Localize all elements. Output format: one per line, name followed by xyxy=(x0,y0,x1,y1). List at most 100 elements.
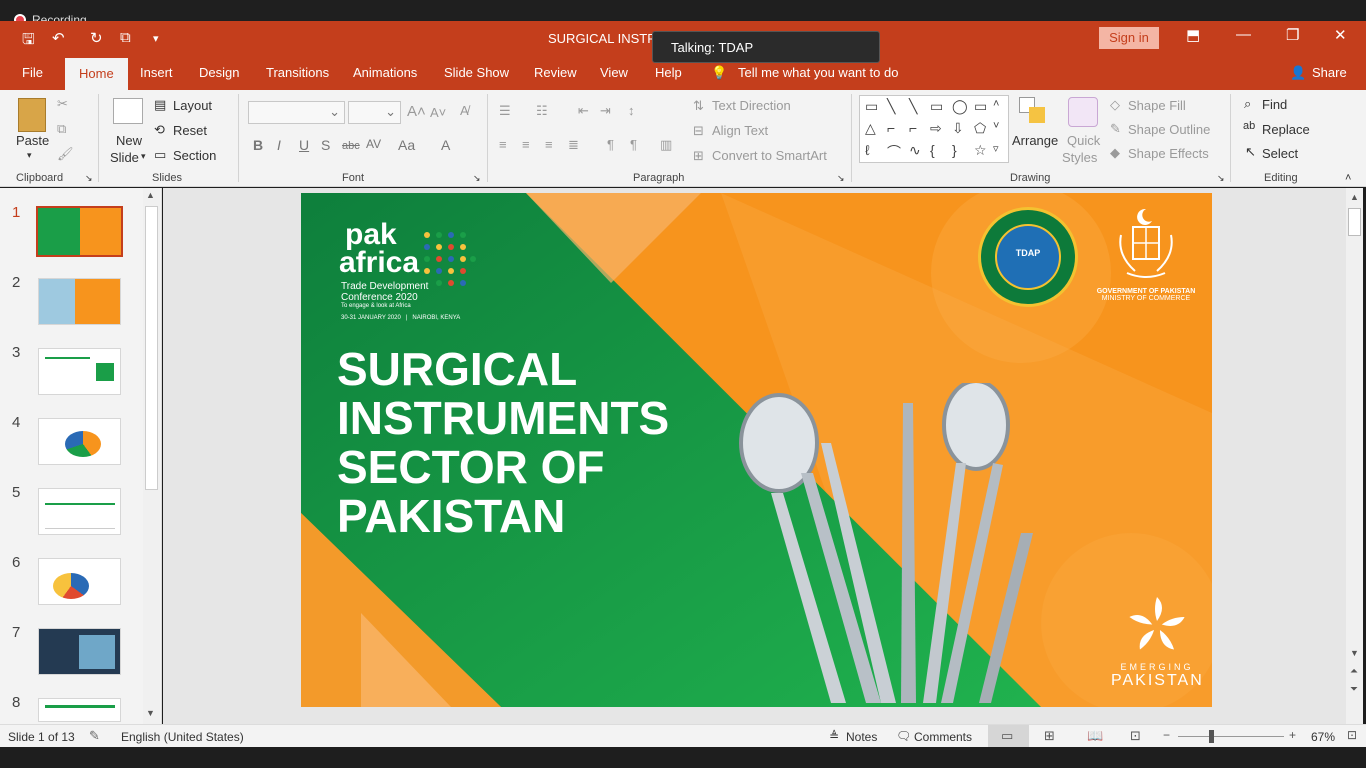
customize-qat-icon[interactable]: ▾ xyxy=(153,32,159,45)
tab-home[interactable]: Home xyxy=(65,58,128,90)
tab-design[interactable]: Design xyxy=(199,65,239,80)
replace-icon[interactable]: ab xyxy=(1243,120,1255,132)
italic-icon[interactable]: I xyxy=(277,137,281,153)
tab-help[interactable]: Help xyxy=(655,65,682,80)
bold-icon[interactable]: B xyxy=(253,137,263,153)
slide-thumbnail-7[interactable] xyxy=(38,628,121,675)
shape-outline-icon[interactable]: ✎ xyxy=(1110,121,1121,137)
tab-file[interactable]: File xyxy=(22,65,43,80)
arrow-line-shape-icon[interactable]: ╲ xyxy=(909,98,917,115)
shape-outline-button[interactable]: Shape Outline xyxy=(1128,122,1210,137)
font-color-icon[interactable]: A xyxy=(441,137,450,153)
tab-insert[interactable]: Insert xyxy=(140,65,173,80)
quick-styles-icon[interactable] xyxy=(1068,97,1098,127)
save-icon[interactable]: 🖫 xyxy=(22,29,35,54)
increase-indent-icon[interactable]: ⇥ xyxy=(600,103,611,119)
gallery-up-icon[interactable]: ˄ xyxy=(993,98,999,110)
clear-formatting-icon[interactable]: A̸ xyxy=(460,103,469,118)
share-icon[interactable]: 👤 xyxy=(1290,65,1306,81)
rounded-rect-shape-icon[interactable]: ▭ xyxy=(974,98,987,115)
triangle-shape-icon[interactable]: △ xyxy=(865,120,876,137)
slide-thumbnail-8[interactable] xyxy=(38,698,121,722)
oval-shape-icon[interactable]: ◯ xyxy=(952,98,968,115)
find-button[interactable]: Find xyxy=(1262,97,1287,112)
zoom-slider-thumb[interactable] xyxy=(1209,730,1214,743)
line-spacing-icon[interactable]: ↕ xyxy=(628,103,635,118)
comments-button[interactable]: Comments xyxy=(914,730,972,744)
slide-thumbnail-1[interactable] xyxy=(36,206,123,257)
char-spacing-icon[interactable]: AV xyxy=(366,137,381,151)
new-slide-button[interactable]: New xyxy=(116,133,142,148)
tab-view[interactable]: View xyxy=(600,65,628,80)
accessibility-icon[interactable]: ✎ xyxy=(89,728,100,744)
freeform-shape-icon[interactable]: ℓ xyxy=(865,142,870,158)
textbox-shape-icon[interactable]: ▭ xyxy=(865,98,878,115)
increase-font-icon[interactable]: A˄ xyxy=(407,103,426,120)
section-button[interactable]: Section xyxy=(173,148,216,163)
text-direction-button[interactable]: Text Direction xyxy=(712,98,791,113)
strikethrough-icon[interactable]: abc xyxy=(342,140,360,152)
columns-icon[interactable]: ▥ xyxy=(660,137,672,153)
arc-shape-icon[interactable]: ⌒ xyxy=(887,142,901,162)
font-name-combo[interactable]: ⌄ xyxy=(248,101,345,124)
convert-smartart-button[interactable]: Convert to SmartArt xyxy=(712,148,827,163)
slide-canvas[interactable]: pak africa Trade Development Conference … xyxy=(301,193,1212,707)
scrollbar-thumb[interactable] xyxy=(1348,208,1361,236)
shape-fill-icon[interactable]: ◇ xyxy=(1110,97,1120,113)
notes-button[interactable]: Notes xyxy=(846,730,877,744)
text-direction-icon[interactable]: ⇅ xyxy=(693,98,704,114)
right-arrow-shape-icon[interactable]: ⇨ xyxy=(930,120,942,137)
align-center-icon[interactable]: ≡ xyxy=(522,137,530,152)
scroll-down-icon[interactable]: ▼ xyxy=(1350,648,1359,658)
slide-thumbnail-4[interactable] xyxy=(38,418,121,465)
clipboard-launcher-icon[interactable]: ↘ xyxy=(85,173,93,184)
arrange-button[interactable]: Arrange xyxy=(1012,133,1058,148)
replace-button[interactable]: Replace xyxy=(1262,122,1310,137)
zoom-in-icon[interactable]: + xyxy=(1289,728,1296,742)
normal-view-button[interactable]: ▭ xyxy=(988,725,1029,748)
select-button[interactable]: Select xyxy=(1262,146,1298,161)
ltr-icon[interactable]: ¶ xyxy=(630,137,637,152)
close-button[interactable]: ✕ xyxy=(1334,26,1347,44)
right-brace-shape-icon[interactable]: } xyxy=(952,142,957,158)
new-slide-button-line2[interactable]: Slide xyxy=(110,150,139,165)
redo-icon[interactable]: ↻ xyxy=(90,29,103,47)
paste-dropdown-icon[interactable]: ▾ xyxy=(27,150,32,161)
paragraph-launcher-icon[interactable]: ↘ xyxy=(837,173,845,184)
notes-icon[interactable]: ≜ xyxy=(829,729,839,743)
pentagon-shape-icon[interactable]: ⬠ xyxy=(974,120,986,137)
rtl-icon[interactable]: ¶ xyxy=(607,137,614,152)
select-icon[interactable]: ↖ xyxy=(1245,144,1256,160)
tab-transitions[interactable]: Transitions xyxy=(266,65,329,80)
font-launcher-icon[interactable]: ↘ xyxy=(473,173,481,184)
scroll-down-icon[interactable]: ▼ xyxy=(146,708,155,718)
numbering-icon[interactable]: ☷ xyxy=(536,103,548,119)
gallery-more-icon[interactable]: ▿ xyxy=(993,142,999,155)
new-slide-icon[interactable] xyxy=(113,98,143,124)
thumbnail-scrollbar[interactable]: ▲ ▼ xyxy=(143,188,160,724)
undo-icon[interactable]: ↶ xyxy=(52,29,65,47)
tab-animations[interactable]: Animations xyxy=(353,65,417,80)
ribbon-display-icon[interactable]: ⬒ xyxy=(1186,26,1200,44)
paste-button[interactable]: Paste xyxy=(16,133,49,148)
arrange-icon[interactable] xyxy=(1019,97,1047,127)
previous-slide-icon[interactable]: ⏶ xyxy=(1350,666,1358,677)
tell-me-search[interactable]: Tell me what you want to do xyxy=(738,65,898,80)
align-text-icon[interactable]: ⊟ xyxy=(693,123,704,139)
share-button[interactable]: Share xyxy=(1312,65,1347,80)
layout-button[interactable]: Layout xyxy=(173,98,212,113)
bullets-icon[interactable]: ☰ xyxy=(499,103,511,119)
decrease-indent-icon[interactable]: ⇤ xyxy=(578,103,589,119)
quick-styles-button-line2[interactable]: Styles xyxy=(1062,150,1097,165)
curve-shape-icon[interactable]: ∿ xyxy=(909,142,921,159)
reading-view-icon[interactable]: 📖 xyxy=(1087,728,1103,744)
slide-thumbnail-5[interactable] xyxy=(38,488,121,535)
drawing-launcher-icon[interactable]: ↘ xyxy=(1217,173,1225,184)
cut-icon[interactable]: ✂ xyxy=(57,96,68,112)
zoom-out-icon[interactable]: − xyxy=(1163,728,1170,742)
decrease-font-icon[interactable]: A˅ xyxy=(430,105,446,120)
line-shape-icon[interactable]: ╲ xyxy=(887,98,895,115)
slide-thumbnail-6[interactable] xyxy=(38,558,121,605)
format-painter-icon[interactable]: 🖌 xyxy=(57,146,74,162)
zoom-slider[interactable] xyxy=(1178,736,1284,737)
